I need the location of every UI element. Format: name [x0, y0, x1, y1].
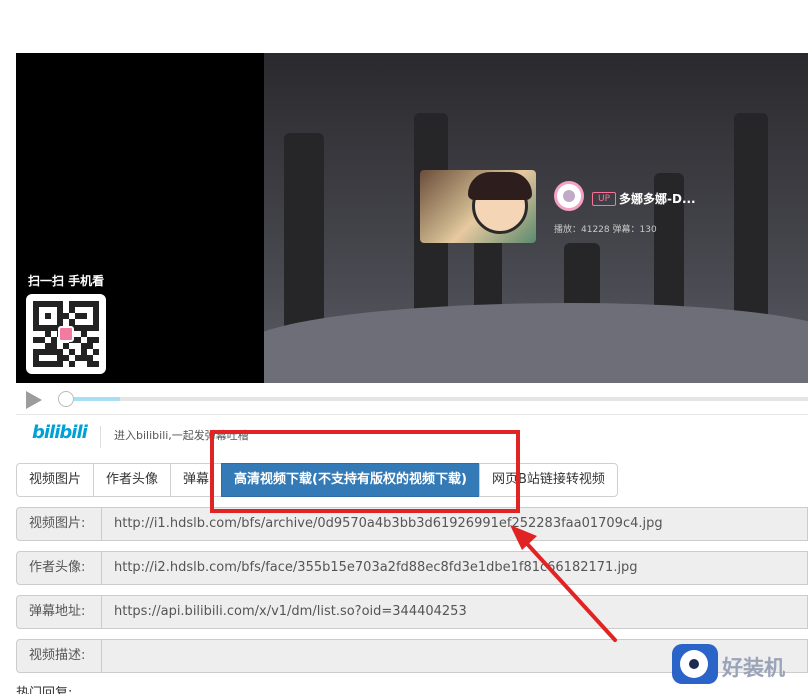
annotation-highlight-box	[210, 430, 520, 513]
bilibili-logo[interactable]: bilibili	[32, 422, 88, 443]
tab-author-avatar[interactable]: 作者头像	[93, 463, 172, 497]
field-label: 弹幕地址:	[16, 595, 102, 629]
play-icon[interactable]	[26, 391, 42, 409]
video-player[interactable]: 扫一扫 手机看 UP 多娜多娜-D... 播放：41228 弹幕：130	[16, 53, 808, 383]
danmaku-url-field[interactable]: https://api.bilibili.com/x/v1/dm/list.so…	[102, 595, 808, 629]
qr-title: 扫一扫 手机看	[28, 274, 105, 288]
recommended-video-thumbnail[interactable]	[420, 170, 536, 243]
up-name[interactable]: 多娜多娜-D...	[619, 190, 696, 207]
divider	[100, 426, 101, 448]
field-label: 视频图片:	[16, 507, 102, 541]
field-author-avatar: 作者头像: http://i2.hdslb.com/bfs/face/355b1…	[16, 551, 808, 585]
hot-reply-heading: 热门回复:	[16, 686, 73, 694]
field-label: 作者头像:	[16, 551, 102, 585]
field-label: 视频描述:	[16, 639, 102, 673]
video-stats: 播放：41228 弹幕：130	[554, 225, 657, 235]
watermark-text: 好装机	[722, 656, 785, 680]
progress-bar[interactable]	[60, 397, 808, 401]
author-avatar-url-field[interactable]: http://i2.hdslb.com/bfs/face/355b15e703a…	[102, 551, 808, 585]
player-controls	[16, 383, 808, 415]
field-danmaku-url: 弹幕地址: https://api.bilibili.com/x/v1/dm/l…	[16, 595, 808, 629]
video-frame	[264, 53, 808, 383]
watermark-logo-icon	[672, 644, 718, 684]
tab-video-image[interactable]: 视频图片	[16, 463, 95, 497]
up-avatar[interactable]	[554, 181, 584, 211]
page: 扫一扫 手机看 UP 多娜多娜-D... 播放：41228 弹幕：130 bil…	[0, 0, 808, 694]
progress-handle[interactable]	[58, 391, 74, 407]
qr-code[interactable]	[26, 294, 106, 374]
up-badge: UP	[592, 192, 617, 206]
bilibili-logo-icon	[58, 326, 74, 342]
